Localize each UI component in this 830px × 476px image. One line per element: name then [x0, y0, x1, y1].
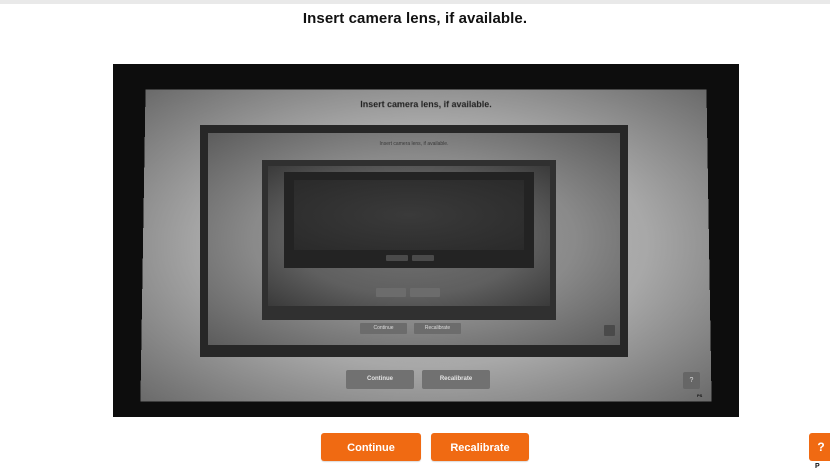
camera-mini-help-button: [604, 325, 615, 336]
camera-recalibrate-button: Recalibrate: [422, 370, 490, 389]
camera-mini-recalibrate-button: Recalibrate: [414, 323, 461, 334]
continue-button[interactable]: Continue: [321, 433, 421, 461]
help-button[interactable]: ?: [809, 433, 830, 461]
camera-mini-continue-button: Continue: [360, 323, 407, 334]
camera-frame-4-inner: [294, 180, 524, 250]
camera-feed: Insert camera lens, if available. Insert…: [113, 64, 739, 417]
camera-title: Insert camera lens, if available.: [360, 99, 492, 110]
camera-title-2: Insert camera lens, if available.: [379, 141, 449, 147]
camera-frame-3: [262, 160, 556, 320]
top-bar: [0, 0, 830, 4]
camera-frame-3-inner: [268, 166, 550, 306]
camera-help-caption: PS: [697, 393, 703, 398]
camera-frame-4: [284, 172, 534, 268]
help-caption: P: [815, 463, 820, 470]
camera-micro-button-1: [386, 255, 408, 261]
camera-micro-button-2: [412, 255, 434, 261]
camera-continue-button: Continue: [346, 370, 414, 389]
page-title: Insert camera lens, if available.: [302, 10, 528, 27]
camera-help-button: ?: [683, 372, 700, 389]
camera-tiny-button-1: [376, 288, 406, 297]
camera-tiny-button-2: [410, 288, 440, 297]
recalibrate-button[interactable]: Recalibrate: [431, 433, 529, 461]
